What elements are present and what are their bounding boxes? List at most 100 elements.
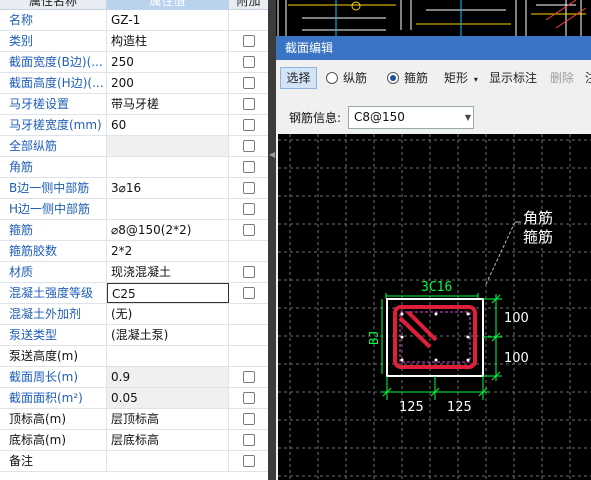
property-value[interactable] [107,136,229,156]
longitudinal-label[interactable]: 纵筋 [343,69,367,86]
property-value[interactable] [107,346,229,366]
delete-button[interactable]: 删除 [550,69,574,86]
header-value: 属性值 [107,0,229,10]
property-row[interactable]: 混凝土外加剂 (无) [0,304,268,325]
property-row[interactable]: 泵送类型 (混凝土泵) [0,325,268,346]
property-value[interactable]: 3⌀16 [107,178,229,198]
property-name: H边一侧中部筋 [0,199,107,219]
property-value[interactable]: ⌀8@150(2*2) [107,220,229,240]
property-add-cell [229,451,268,471]
property-row[interactable]: 类别 构造柱 [0,31,268,52]
panel-splitter[interactable]: ◀ [268,0,276,480]
property-value[interactable]: 250 [107,52,229,72]
stirrup-label[interactable]: 箍筋 [404,69,428,86]
property-add-cell [229,409,268,429]
property-value[interactable]: 0.9 [107,367,229,387]
stirrup-radio[interactable] [387,72,399,84]
add-checkbox[interactable] [242,203,255,215]
property-name: 材质 [0,262,107,282]
rebar-info-input[interactable]: C8@150 [348,106,474,129]
add-checkbox[interactable] [242,392,255,404]
header-name: 属性名称 [0,0,107,10]
property-row[interactable]: 截面面积(m²) 0.05 [0,388,268,409]
property-row[interactable]: 截面宽度(B边)(... 250 [0,52,268,73]
property-row[interactable]: 混凝土强度等级 C25 [0,283,268,304]
property-row[interactable]: 截面高度(H边)(... 200 [0,73,268,94]
property-row[interactable]: H边一侧中部筋 [0,199,268,220]
property-row[interactable]: 材质 现浇混凝土 [0,262,268,283]
property-value[interactable]: (混凝土泵) [107,325,229,345]
add-checkbox[interactable] [242,371,255,383]
show-dims-button[interactable]: 显示标注 [489,69,537,86]
property-value[interactable]: 构造柱 [107,31,229,51]
add-checkbox[interactable] [242,266,255,278]
property-value[interactable] [107,199,229,219]
property-row[interactable]: 全部纵筋 [0,136,268,157]
property-add-cell [229,199,268,219]
add-checkbox[interactable] [242,119,255,131]
property-add-cell [229,115,268,135]
property-value[interactable]: (无) [107,304,229,324]
property-add-cell [229,262,268,282]
property-row[interactable]: 箍筋 ⌀8@150(2*2) [0,220,268,241]
section-drawing-canvas[interactable]: 角筋 箍筋 3C16 BJ 100 100 125 125 [278,134,591,480]
property-row[interactable]: 泵送高度(m) [0,346,268,367]
add-checkbox[interactable] [242,182,255,194]
property-value[interactable]: 层底标高 [107,430,229,450]
add-checkbox[interactable] [242,140,255,152]
section-drawing: 角筋 箍筋 3C16 BJ 100 100 125 125 [278,134,591,480]
collapse-arrow-icon[interactable]: ◀ [269,150,275,159]
toolbar-overflow-item[interactable]: 注 [585,69,591,86]
property-row[interactable]: 名称 GZ-1 [0,10,268,31]
add-checkbox[interactable] [242,455,255,467]
add-checkbox[interactable] [242,287,255,299]
property-name: 马牙槎设置 [0,94,107,114]
property-row[interactable]: 马牙槎设置 带马牙槎 [0,94,268,115]
add-checkbox[interactable] [242,224,255,236]
property-value[interactable]: GZ-1 [107,10,229,30]
property-value[interactable] [107,157,229,177]
property-name: 截面高度(H边)(... [0,73,107,93]
add-checkbox[interactable] [242,161,255,173]
property-value[interactable]: 0.05 [107,388,229,408]
longitudinal-radio[interactable] [326,72,338,84]
property-name: 截面面积(m²) [0,388,107,408]
add-checkbox[interactable] [242,77,255,89]
property-row[interactable]: B边一侧中部筋 3⌀16 [0,178,268,199]
property-name: 马牙槎宽度(mm) [0,115,107,135]
chevron-down-icon: ▾ [473,75,478,84]
property-add-cell [229,31,268,51]
property-name: 类别 [0,31,107,51]
property-value[interactable]: 60 [107,115,229,135]
property-value[interactable]: C25 [107,283,229,303]
property-value[interactable]: 现浇混凝土 [107,262,229,282]
property-row[interactable]: 顶标高(m) 层顶标高 [0,409,268,430]
dim-right-top: 100 [504,311,529,326]
add-checkbox[interactable] [242,413,255,425]
property-grid-header: 属性名称 属性值 附加 [0,0,268,10]
property-value[interactable]: 200 [107,73,229,93]
add-checkbox[interactable] [242,434,255,446]
right-dimension [483,294,502,381]
add-checkbox[interactable] [242,35,255,47]
property-name: 泵送类型 [0,325,107,345]
property-row[interactable]: 马牙槎宽度(mm) 60 [0,115,268,136]
property-value[interactable]: 2*2 [107,241,229,261]
stirrup-bar-label: 箍筋 [523,228,553,246]
property-value[interactable]: 带马牙槎 [107,94,229,114]
property-row[interactable]: 底标高(m) 层底标高 [0,430,268,451]
property-row[interactable]: 角筋 [0,157,268,178]
select-button[interactable]: 选择 [280,67,317,89]
shape-dropdown[interactable]: 矩形 ▾ [444,69,478,86]
rebar-dropdown-icon[interactable]: ▼ [462,106,474,129]
property-value[interactable]: 层顶标高 [107,409,229,429]
add-checkbox[interactable] [242,56,255,68]
property-add-cell [229,283,268,303]
property-row[interactable]: 备注 [0,451,268,472]
property-name: 箍筋 [0,220,107,240]
property-row[interactable]: 截面周长(m) 0.9 [0,367,268,388]
add-checkbox[interactable] [242,98,255,110]
property-row[interactable]: 箍筋胶数 2*2 [0,241,268,262]
property-add-cell [229,157,268,177]
property-value[interactable] [107,451,229,471]
